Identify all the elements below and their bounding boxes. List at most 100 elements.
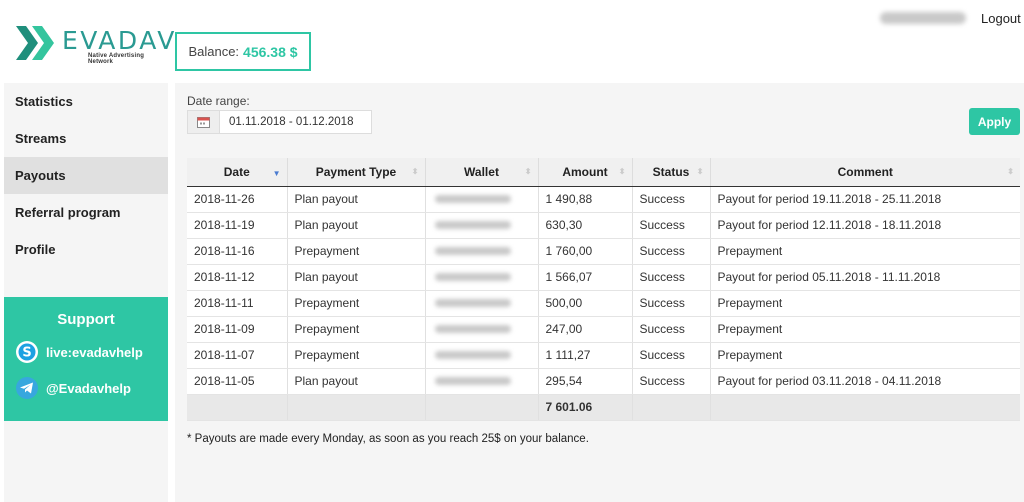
cell-status: Success (632, 316, 711, 343)
cell-comment: Prepayment (710, 290, 1020, 317)
logout-link[interactable]: Logout (981, 11, 1021, 26)
cell-date: 2018-11-16 (187, 238, 288, 265)
brand-tagline: Native Advertising Network (88, 53, 145, 65)
telegram-icon (16, 377, 38, 399)
apply-button[interactable]: Apply (969, 108, 1020, 135)
cell-wallet (425, 186, 539, 213)
payout-note: * Payouts are made every Monday, as soon… (187, 433, 589, 445)
cell-wallet (425, 238, 539, 265)
sort-icon: ⬍ (524, 167, 532, 176)
cell-amount: 1 760,00 (538, 238, 633, 265)
cell-date: 2018-11-12 (187, 264, 288, 291)
cell-amount: 1 566,07 (538, 264, 633, 291)
cell-amount: 630,30 (538, 212, 633, 239)
cell-status: Success (632, 342, 711, 369)
wallet-redacted (434, 377, 511, 385)
total-row: 7 601.06 (187, 393, 1020, 421)
support-panel: Support S live:evadavhelp @Evadavhelp (4, 297, 168, 421)
skype-icon: S (16, 341, 38, 363)
total-amount: 7 601.06 (538, 393, 633, 421)
cell-comment: Prepayment (710, 316, 1020, 343)
cell-amount: 295,54 (538, 368, 633, 395)
payouts-table: Date ▼ Payment Type ⬍ Wallet ⬍ Amount ⬍ Stat… (187, 158, 1020, 421)
skype-label[interactable]: live:evadavhelp (46, 345, 143, 360)
wallet-redacted (434, 247, 511, 255)
wallet-redacted (434, 195, 511, 203)
cell-date: 2018-11-09 (187, 316, 288, 343)
sort-icon: ⬍ (411, 167, 419, 176)
balance-value: 456.38 $ (243, 43, 298, 60)
cell-comment: Payout for period 12.11.2018 - 18.11.201… (710, 212, 1020, 239)
cell-status: Success (632, 368, 711, 395)
column-header-amount[interactable]: Amount ⬍ (538, 158, 633, 187)
table-row: 2018-11-19 Plan payout 630,30 Success Payout… (187, 212, 1020, 239)
cell-status: Success (632, 212, 711, 239)
cell-wallet (425, 316, 539, 343)
cell-payment-type: Prepayment (287, 290, 426, 317)
logo-chevrons-icon (16, 26, 54, 60)
svg-text:S: S (22, 346, 31, 361)
brand-logo[interactable]: EVADAV Native Advertising Network (16, 24, 174, 65)
cell-comment: Payout for period 05.11.2018 - 11.11.201… (710, 264, 1020, 291)
cell-payment-type: Plan payout (287, 212, 426, 239)
cell-status: Success (632, 238, 711, 265)
sidebar-item-streams[interactable]: Streams (4, 120, 168, 157)
column-header-status[interactable]: Status ⬍ (632, 158, 711, 187)
balance-box: Balance: 456.38 $ (175, 32, 311, 71)
column-header-wallet[interactable]: Wallet ⬍ (425, 158, 539, 187)
cell-payment-type: Plan payout (287, 368, 426, 395)
sort-icon: ⬍ (1007, 167, 1014, 176)
brand-name: EVADAV (62, 26, 177, 55)
cell-wallet (425, 368, 539, 395)
cell-date: 2018-11-19 (187, 212, 288, 239)
table-row: 2018-11-16 Prepayment 1 760,00 Success Prepa… (187, 238, 1020, 265)
wallet-redacted (434, 273, 511, 281)
cell-status: Success (632, 186, 711, 213)
cell-amount: 1 490,88 (538, 186, 633, 213)
date-range-label: Date range: (187, 94, 250, 108)
cell-payment-type: Prepayment (287, 316, 426, 343)
username-redacted[interactable] (880, 12, 966, 24)
cell-status: Success (632, 264, 711, 291)
table-row: 2018-11-09 Prepayment 247,00 Success Prepaym… (187, 316, 1020, 343)
sort-icon: ⬍ (618, 167, 626, 176)
cell-wallet (425, 212, 539, 239)
sidebar-item-profile[interactable]: Profile (4, 231, 168, 268)
skype-contact[interactable]: S live:evadavhelp (15, 340, 168, 364)
calendar-icon[interactable] (188, 111, 220, 133)
cell-payment-type: Plan payout (287, 186, 426, 213)
balance-label: Balance: (188, 44, 240, 59)
cell-date: 2018-11-11 (187, 290, 288, 317)
cell-amount: 500,00 (538, 290, 633, 317)
telegram-contact[interactable]: @Evadavhelp (15, 376, 168, 400)
sidebar-item-referral-program[interactable]: Referral program (4, 194, 168, 231)
column-header-payment-type[interactable]: Payment Type ⬍ (287, 158, 426, 187)
cell-amount: 247,00 (538, 316, 633, 343)
cell-wallet (425, 290, 539, 317)
main-content: Date range: 01.11.2018 - 01.12.2018 Appl… (175, 83, 1024, 502)
cell-amount: 1 111,27 (538, 342, 633, 369)
wallet-redacted (434, 325, 511, 333)
cell-comment: Prepayment (710, 238, 1020, 265)
cell-payment-type: Prepayment (287, 342, 426, 369)
table-row: 2018-11-26 Plan payout 1 490,88 Success Payo… (187, 186, 1020, 213)
sidebar-item-payouts[interactable]: Payouts (4, 157, 168, 194)
cell-date: 2018-11-07 (187, 342, 288, 369)
cell-payment-type: Prepayment (287, 238, 426, 265)
sidebar: Statistics Streams Payouts Referral prog… (4, 83, 168, 502)
wallet-redacted (434, 221, 511, 229)
date-range-value[interactable]: 01.11.2018 - 01.12.2018 (229, 116, 353, 128)
date-range-picker[interactable]: 01.11.2018 - 01.12.2018 (187, 110, 372, 134)
cell-comment: Payout for period 19.11.2018 - 25.11.201… (710, 186, 1020, 213)
column-header-comment[interactable]: Comment ⬍ (710, 158, 1020, 187)
sort-icon: ⬍ (696, 167, 704, 176)
cell-comment: Prepayment (710, 342, 1020, 369)
cell-comment: Payout for period 03.11.2018 - 04.11.201… (710, 368, 1020, 395)
column-header-date[interactable]: Date ▼ (187, 158, 288, 187)
cell-date: 2018-11-05 (187, 368, 288, 395)
wallet-redacted (434, 299, 511, 307)
telegram-label[interactable]: @Evadavhelp (46, 381, 131, 396)
cell-date: 2018-11-26 (187, 186, 288, 213)
sidebar-item-statistics[interactable]: Statistics (4, 83, 168, 120)
cell-wallet (425, 264, 539, 291)
